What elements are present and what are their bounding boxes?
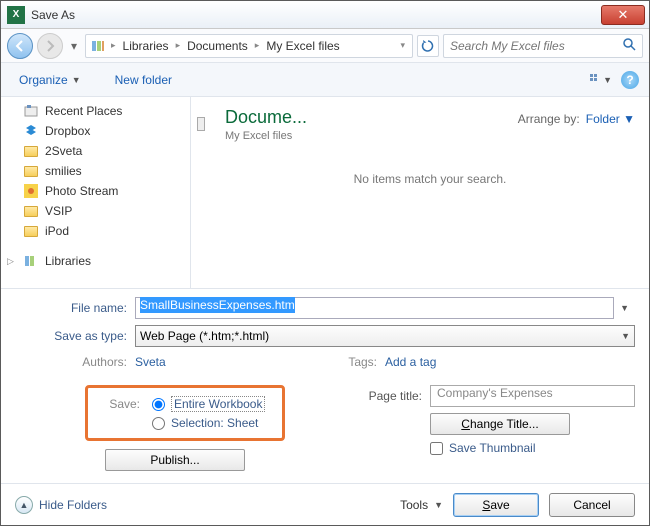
- tags-label: Tags:: [325, 355, 385, 369]
- view-mode-button[interactable]: ▼: [589, 70, 613, 90]
- folder-icon: [23, 143, 39, 159]
- dropbox-icon: [23, 123, 39, 139]
- radio-selection-sheet[interactable]: [152, 417, 165, 430]
- tree-2sveta[interactable]: 2Sveta: [23, 141, 190, 161]
- new-folder-button[interactable]: New folder: [107, 70, 180, 90]
- titlebar: X Save As ✕: [1, 1, 649, 29]
- folder-icon: [23, 223, 39, 239]
- nav-tree: Recent Places Dropbox 2Sveta smilies Pho…: [1, 97, 191, 288]
- folder-icon: [23, 163, 39, 179]
- file-name-input[interactable]: SmallBusinessExpenses.htm: [135, 297, 614, 319]
- tree-smilies[interactable]: smilies: [23, 161, 190, 181]
- expand-icon[interactable]: ▷: [7, 256, 17, 267]
- libraries-icon: [23, 253, 39, 269]
- save-thumbnail-checkbox[interactable]: [430, 442, 443, 455]
- page-title-label: Page title:: [340, 389, 430, 403]
- photo-icon: [23, 183, 39, 199]
- breadcrumb-documents[interactable]: Documents: [185, 39, 250, 53]
- tree-recent-places[interactable]: Recent Places: [23, 101, 190, 121]
- file-name-label: File name:: [15, 301, 135, 315]
- content-pane: Docume... My Excel files Arrange by: Fol…: [211, 97, 649, 288]
- save-options-highlight: Save: Entire Workbook Selection: Sheet: [85, 385, 285, 441]
- close-button[interactable]: ✕: [601, 5, 645, 25]
- page-title-input[interactable]: Company's Expenses: [430, 385, 635, 407]
- form-area: File name: SmallBusinessExpenses.htm ▼ S…: [1, 289, 649, 483]
- arrange-by-dropdown[interactable]: Folder ▼: [586, 112, 635, 126]
- chevron-right-icon: ▸: [108, 40, 119, 51]
- window-title: Save As: [31, 8, 601, 22]
- save-as-dialog: X Save As ✕ ▾ ▸ Libraries ▸ Documents ▸ …: [0, 0, 650, 526]
- chevron-up-icon: ▲: [15, 496, 33, 514]
- breadcrumb-current[interactable]: My Excel files: [264, 39, 341, 53]
- publish-button[interactable]: Publish...: [105, 449, 245, 471]
- libraries-icon: [90, 38, 106, 54]
- search-icon[interactable]: [622, 37, 636, 54]
- save-label: Save:: [98, 397, 146, 411]
- history-dropdown[interactable]: ▾: [67, 39, 81, 53]
- authors-field[interactable]: Sveta: [135, 355, 166, 369]
- cancel-button[interactable]: Cancel: [549, 493, 635, 517]
- search-box[interactable]: [443, 34, 643, 58]
- refresh-button[interactable]: [417, 35, 439, 57]
- breadcrumb[interactable]: ▸ Libraries ▸ Documents ▸ My Excel files…: [85, 34, 413, 58]
- recent-icon: [23, 103, 39, 119]
- tree-photo-stream[interactable]: Photo Stream: [23, 181, 190, 201]
- organize-button[interactable]: Organize▼: [11, 70, 89, 90]
- save-as-type-label: Save as type:: [15, 329, 135, 343]
- radio-entire-workbook[interactable]: [152, 398, 165, 411]
- file-name-dropdown[interactable]: ▼: [614, 303, 635, 313]
- chevron-right-icon: ▸: [252, 40, 263, 51]
- splitter[interactable]: [191, 97, 211, 288]
- change-title-button[interactable]: CChange Title...hange Title...: [430, 413, 570, 435]
- save-button[interactable]: Save: [453, 493, 539, 517]
- tree-dropbox[interactable]: Dropbox: [23, 121, 190, 141]
- tags-field[interactable]: Add a tag: [385, 355, 436, 369]
- tree-vsip[interactable]: VSIP: [23, 201, 190, 221]
- tree-ipod[interactable]: iPod: [23, 221, 190, 241]
- help-button[interactable]: ?: [621, 71, 639, 89]
- excel-icon: X: [7, 6, 25, 24]
- hide-folders-button[interactable]: ▲ Hide Folders: [15, 496, 107, 514]
- save-thumbnail-label[interactable]: Save Thumbnail: [449, 441, 536, 455]
- chevron-right-icon: ▸: [173, 40, 184, 51]
- authors-label: Authors:: [15, 355, 135, 369]
- search-input[interactable]: [450, 39, 622, 53]
- back-button[interactable]: [7, 33, 33, 59]
- tools-dropdown[interactable]: Tools▼: [400, 498, 443, 512]
- radio-selection-label[interactable]: Selection: Sheet: [171, 416, 258, 430]
- save-as-type-select[interactable]: Web Page (*.htm;*.html)▼: [135, 325, 635, 347]
- library-title: Docume...: [225, 107, 307, 128]
- forward-button[interactable]: [37, 33, 63, 59]
- chevron-down-icon[interactable]: ▾: [397, 40, 408, 51]
- tree-libraries[interactable]: ▷ Libraries: [7, 251, 190, 271]
- nav-bar: ▾ ▸ Libraries ▸ Documents ▸ My Excel fil…: [1, 29, 649, 63]
- arrange-label: Arrange by:: [518, 112, 580, 126]
- radio-entire-label[interactable]: Entire Workbook: [171, 396, 265, 412]
- library-subtitle: My Excel files: [225, 130, 307, 142]
- breadcrumb-libraries[interactable]: Libraries: [121, 39, 171, 53]
- footer: ▲ Hide Folders Tools▼ Save Cancel: [1, 483, 649, 525]
- toolbar: Organize▼ New folder ▼ ?: [1, 63, 649, 97]
- folder-icon: [23, 203, 39, 219]
- empty-message: No items match your search.: [225, 172, 635, 186]
